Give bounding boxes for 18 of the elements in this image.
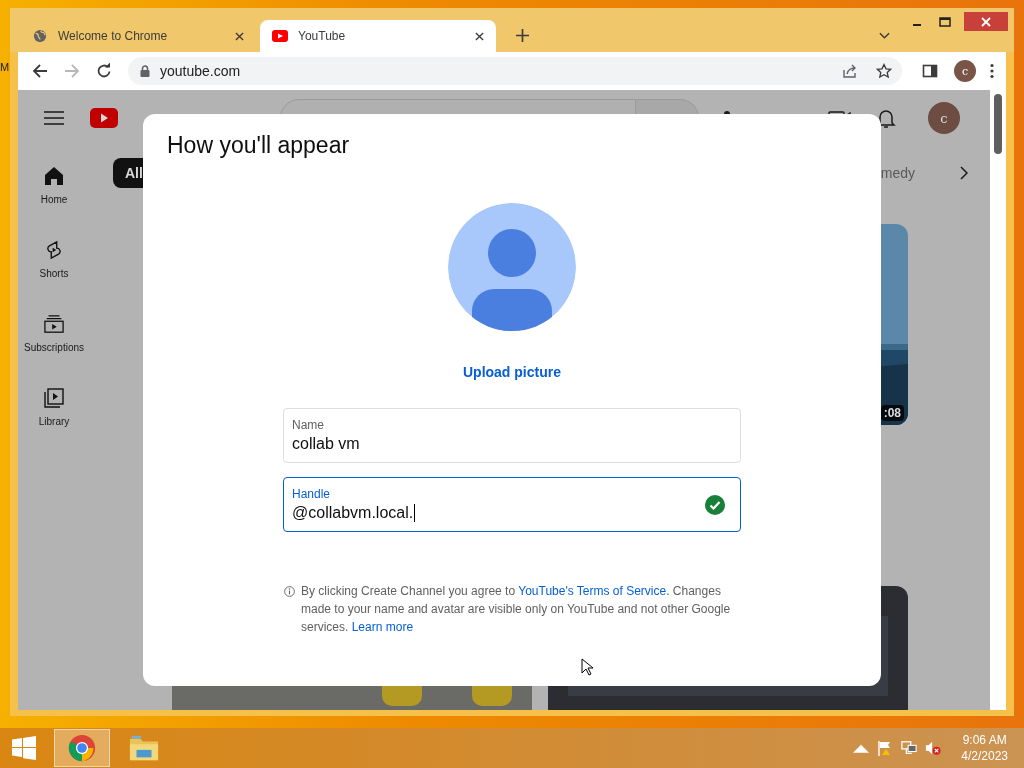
text-field[interactable]: Handle @collabvm.local. [283,477,741,532]
desktop-icon-label: M [0,61,10,73]
dialog-title: How you'll appear [167,132,350,159]
sidebar-item[interactable]: Subscriptions [18,306,90,380]
terms-notice: By clicking Create Channel you agree to YouTube's Terms of Service. Changes made to your name and avatar are visible only on YouTube and not other Google services. Learn more [301,583,732,636]
text-field[interactable]: Name collab vm [283,408,741,463]
learn-more-link[interactable]: Learn more [351,620,414,634]
terms-link[interactable]: YouTube's Terms of Service. [518,584,670,598]
profile-avatar[interactable]: c [954,60,976,82]
account-avatar[interactable]: c [928,102,960,134]
sidebar-item[interactable]: Library [18,380,90,454]
browser-tab[interactable]: YouTube [260,20,496,52]
sidebar-item[interactable]: Shorts [18,232,90,306]
upload-picture-link[interactable]: Upload picture [463,364,561,380]
video-duration: :08 [880,405,904,421]
sidebar-item[interactable]: Home [18,158,90,232]
address-bar[interactable]: youtube.com [128,57,902,85]
browser-tab[interactable]: Welcome to Chrome [20,20,256,52]
